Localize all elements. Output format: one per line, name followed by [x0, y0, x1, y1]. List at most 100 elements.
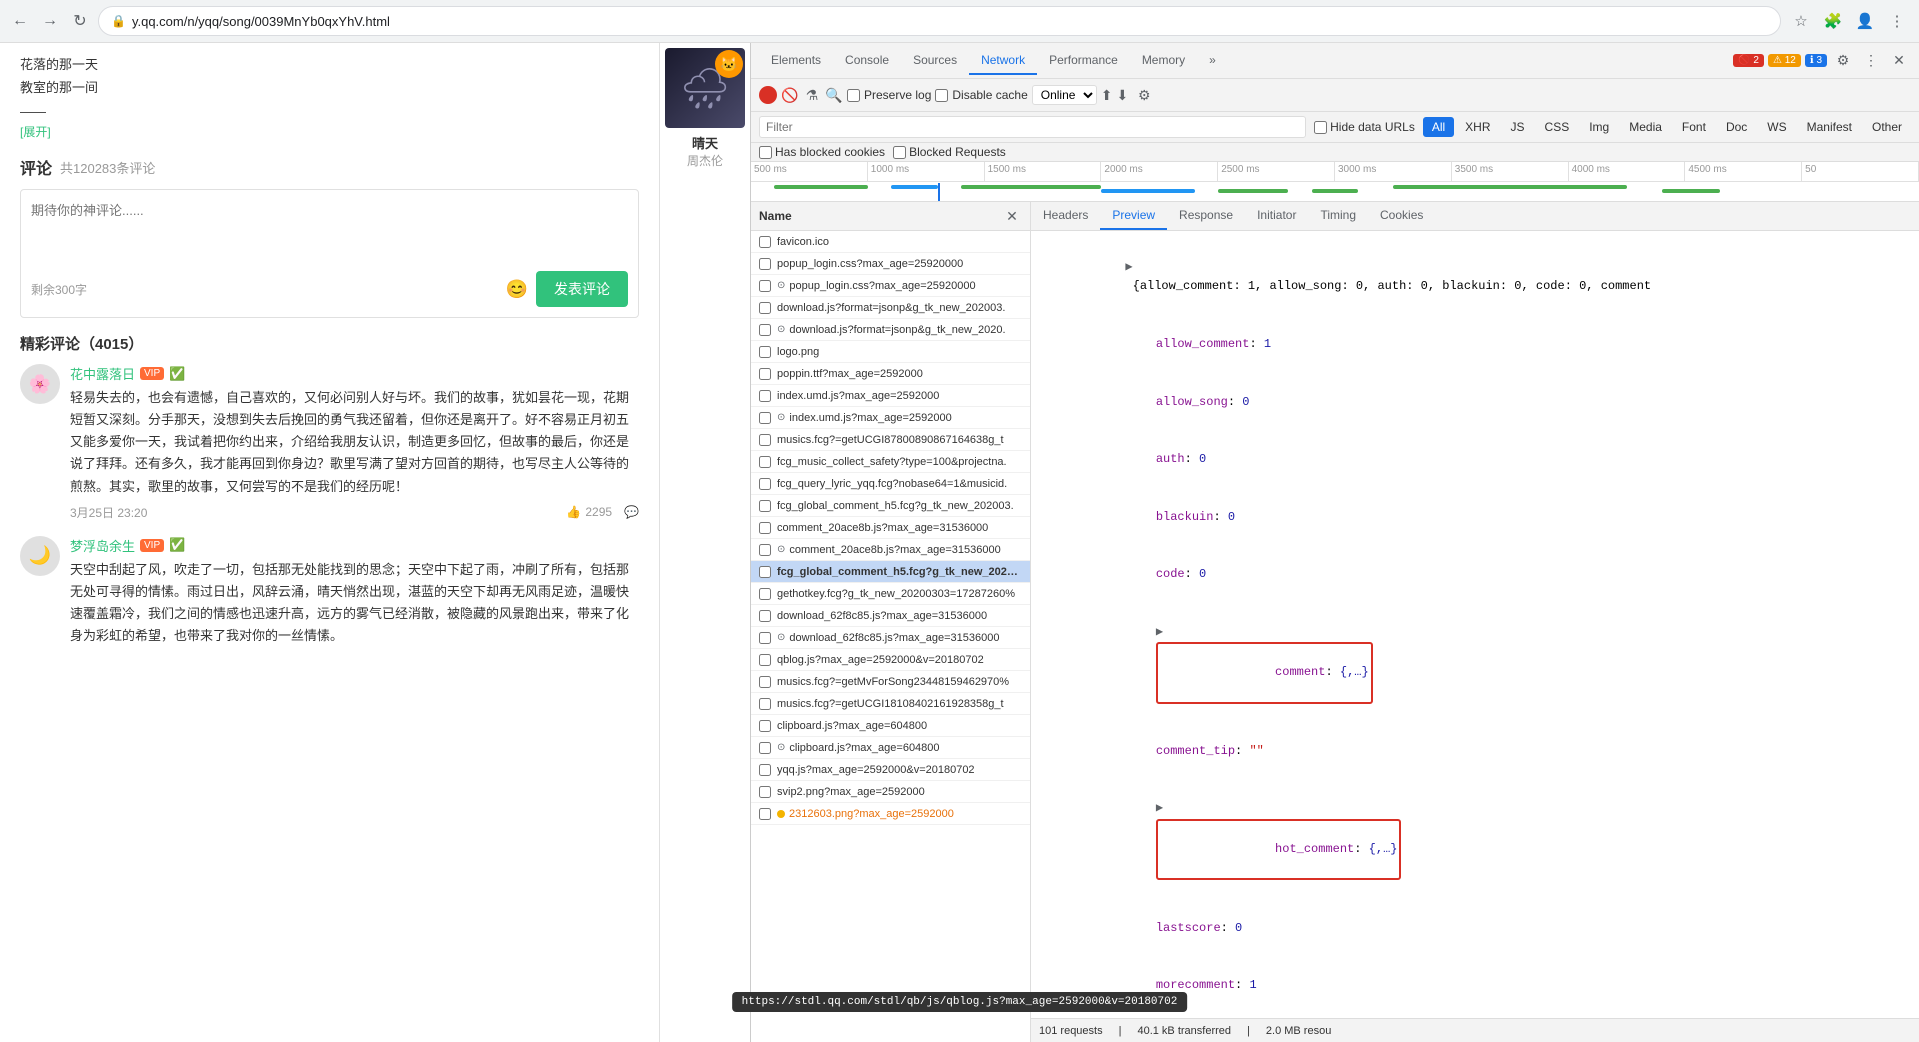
request-item-22[interactable]: clipboard.js?max_age=604800	[751, 715, 1030, 737]
tab-preview[interactable]: Preview	[1100, 202, 1167, 230]
tab-headers[interactable]: Headers	[1031, 202, 1100, 230]
tab-memory[interactable]: Memory	[1130, 47, 1197, 75]
request-item-1[interactable]: popup_login.css?max_age=25920000	[751, 253, 1030, 275]
request-item-12[interactable]: fcg_global_comment_h5.fcg?g_tk_new_20200…	[751, 495, 1030, 517]
req-checkbox-14[interactable]	[759, 544, 771, 556]
close-devtools-button[interactable]: ✕	[1887, 49, 1911, 73]
filter-manifest[interactable]: Manifest	[1798, 117, 1861, 137]
req-checkbox-20[interactable]	[759, 676, 771, 688]
tab-cookies[interactable]: Cookies	[1368, 202, 1435, 230]
song-item-1[interactable]: 花落的那一天	[20, 53, 639, 76]
filter-xhr[interactable]: XHR	[1456, 117, 1499, 137]
request-item-24[interactable]: yqq.js?max_age=2592000&v=20180702	[751, 759, 1030, 781]
request-item-14[interactable]: ⊙ comment_20ace8b.js?max_age=31536000	[751, 539, 1030, 561]
req-checkbox-18[interactable]	[759, 632, 771, 644]
tab-initiator[interactable]: Initiator	[1245, 202, 1308, 230]
address-bar[interactable]: 🔒 y.qq.com/n/yqq/song/0039MnYb0qxYhV.htm…	[98, 6, 1781, 36]
disable-cache-label[interactable]: Disable cache	[935, 88, 1027, 102]
req-checkbox-19[interactable]	[759, 654, 771, 666]
req-checkbox-23[interactable]	[759, 742, 771, 754]
hide-data-checkbox[interactable]	[1314, 121, 1327, 134]
record-button[interactable]	[759, 86, 777, 104]
devtools-more-button[interactable]: ⋮	[1859, 49, 1883, 73]
request-item-21[interactable]: musics.fcg?=getUCGI18108402161928358g_t	[751, 693, 1030, 715]
filter-font[interactable]: Font	[1673, 117, 1715, 137]
request-item-19[interactable]: qblog.js?max_age=2592000&v=20180702	[751, 649, 1030, 671]
request-item-26[interactable]: 2312603.png?max_age=2592000	[751, 803, 1030, 825]
comment-textarea[interactable]	[31, 200, 628, 260]
json-expand-comment[interactable]: ▶	[1156, 625, 1163, 639]
tab-network[interactable]: Network	[969, 47, 1037, 75]
req-checkbox-4[interactable]	[759, 324, 771, 336]
tab-response[interactable]: Response	[1167, 202, 1245, 230]
preserve-log-label[interactable]: AllPreserve log	[847, 88, 931, 102]
filter-doc[interactable]: Doc	[1717, 117, 1756, 137]
tab-elements[interactable]: Elements	[759, 47, 833, 75]
req-checkbox-0[interactable]	[759, 236, 771, 248]
menu-button[interactable]: ⋮	[1883, 7, 1911, 35]
tab-more[interactable]: »	[1197, 47, 1228, 75]
filter-img[interactable]: Img	[1580, 117, 1618, 137]
request-item-4[interactable]: ⊙ download.js?format=jsonp&g_tk_new_2020…	[751, 319, 1030, 341]
request-item-9[interactable]: musics.fcg?=getUCGI87800890867164638g_t	[751, 429, 1030, 451]
song-item-2[interactable]: 教室的那一间	[20, 76, 639, 99]
request-item-7[interactable]: index.umd.js?max_age=2592000	[751, 385, 1030, 407]
reply-button-1[interactable]: 💬	[624, 505, 639, 519]
expand-button[interactable]: [展开]	[20, 125, 51, 139]
filter-other[interactable]: Other	[1863, 117, 1911, 137]
filter-all[interactable]: All	[1423, 117, 1454, 137]
filter-js[interactable]: JS	[1502, 117, 1534, 137]
req-checkbox-8[interactable]	[759, 412, 771, 424]
has-blocked-label[interactable]: Has blocked cookies	[759, 145, 885, 159]
req-checkbox-26[interactable]	[759, 808, 771, 820]
req-checkbox-10[interactable]	[759, 456, 771, 468]
username-1[interactable]: 花中露落日	[70, 364, 135, 383]
refresh-button[interactable]: ↻	[68, 9, 92, 33]
req-checkbox-13[interactable]	[759, 522, 771, 534]
req-checkbox-11[interactable]	[759, 478, 771, 490]
network-settings-button[interactable]: ⚙	[1132, 83, 1156, 107]
request-item-11[interactable]: fcg_query_lyric_yqq.fcg?nobase64=1&music…	[751, 473, 1030, 495]
download-button[interactable]: ⬇	[1116, 87, 1128, 104]
emoji-button[interactable]: 😊	[506, 279, 528, 300]
forward-button[interactable]: →	[38, 9, 62, 33]
req-checkbox-24[interactable]	[759, 764, 771, 776]
request-item-18[interactable]: ⊙ download_62f8c85.js?max_age=31536000	[751, 627, 1030, 649]
clear-button[interactable]: 🚫	[781, 86, 799, 104]
bookmark-button[interactable]: ☆	[1787, 7, 1815, 35]
has-blocked-checkbox[interactable]	[759, 146, 772, 159]
like-button-1[interactable]: 👍 2295	[566, 505, 612, 519]
username-2[interactable]: 梦浮岛余生	[70, 536, 135, 555]
req-checkbox-1[interactable]	[759, 258, 771, 270]
json-expand-root[interactable]: ▶	[1125, 260, 1132, 274]
preserve-log-checkbox[interactable]	[847, 89, 860, 102]
request-item-10[interactable]: fcg_music_collect_safety?type=100&projec…	[751, 451, 1030, 473]
disable-cache-checkbox[interactable]	[935, 89, 948, 102]
settings-button[interactable]: ⚙	[1831, 49, 1855, 73]
request-item-25[interactable]: svip2.png?max_age=2592000	[751, 781, 1030, 803]
request-item-13[interactable]: comment_20ace8b.js?max_age=31536000	[751, 517, 1030, 539]
request-item-6[interactable]: poppin.ttf?max_age=2592000	[751, 363, 1030, 385]
request-item-15[interactable]: fcg_global_comment_h5.fcg?g_tk_new_20200…	[751, 561, 1030, 583]
filter-media[interactable]: Media	[1620, 117, 1671, 137]
hide-data-label[interactable]: Hide data URLs	[1314, 120, 1415, 134]
req-checkbox-12[interactable]	[759, 500, 771, 512]
submit-button[interactable]: 发表评论	[536, 271, 628, 307]
request-item-2[interactable]: ⊙ popup_login.css?max_age=25920000	[751, 275, 1030, 297]
json-expand-hot_comment[interactable]: ▶	[1156, 801, 1163, 815]
request-item-3[interactable]: download.js?format=jsonp&g_tk_new_202003…	[751, 297, 1030, 319]
req-checkbox-3[interactable]	[759, 302, 771, 314]
filter-css[interactable]: CSS	[1536, 117, 1579, 137]
req-checkbox-2[interactable]	[759, 280, 771, 292]
req-checkbox-25[interactable]	[759, 786, 771, 798]
song-item-3[interactable]: ——	[20, 100, 639, 123]
req-checkbox-22[interactable]	[759, 720, 771, 732]
request-item-0[interactable]: favicon.ico	[751, 231, 1030, 253]
req-checkbox-6[interactable]	[759, 368, 771, 380]
request-item-16[interactable]: gethotkey.fcg?g_tk_new_20200303=17287260…	[751, 583, 1030, 605]
tab-console[interactable]: Console	[833, 47, 901, 75]
request-item-23[interactable]: ⊙ clipboard.js?max_age=604800	[751, 737, 1030, 759]
filter-button[interactable]: ⚗	[803, 86, 821, 104]
req-checkbox-21[interactable]	[759, 698, 771, 710]
blocked-req-label[interactable]: Blocked Requests	[893, 145, 1006, 159]
